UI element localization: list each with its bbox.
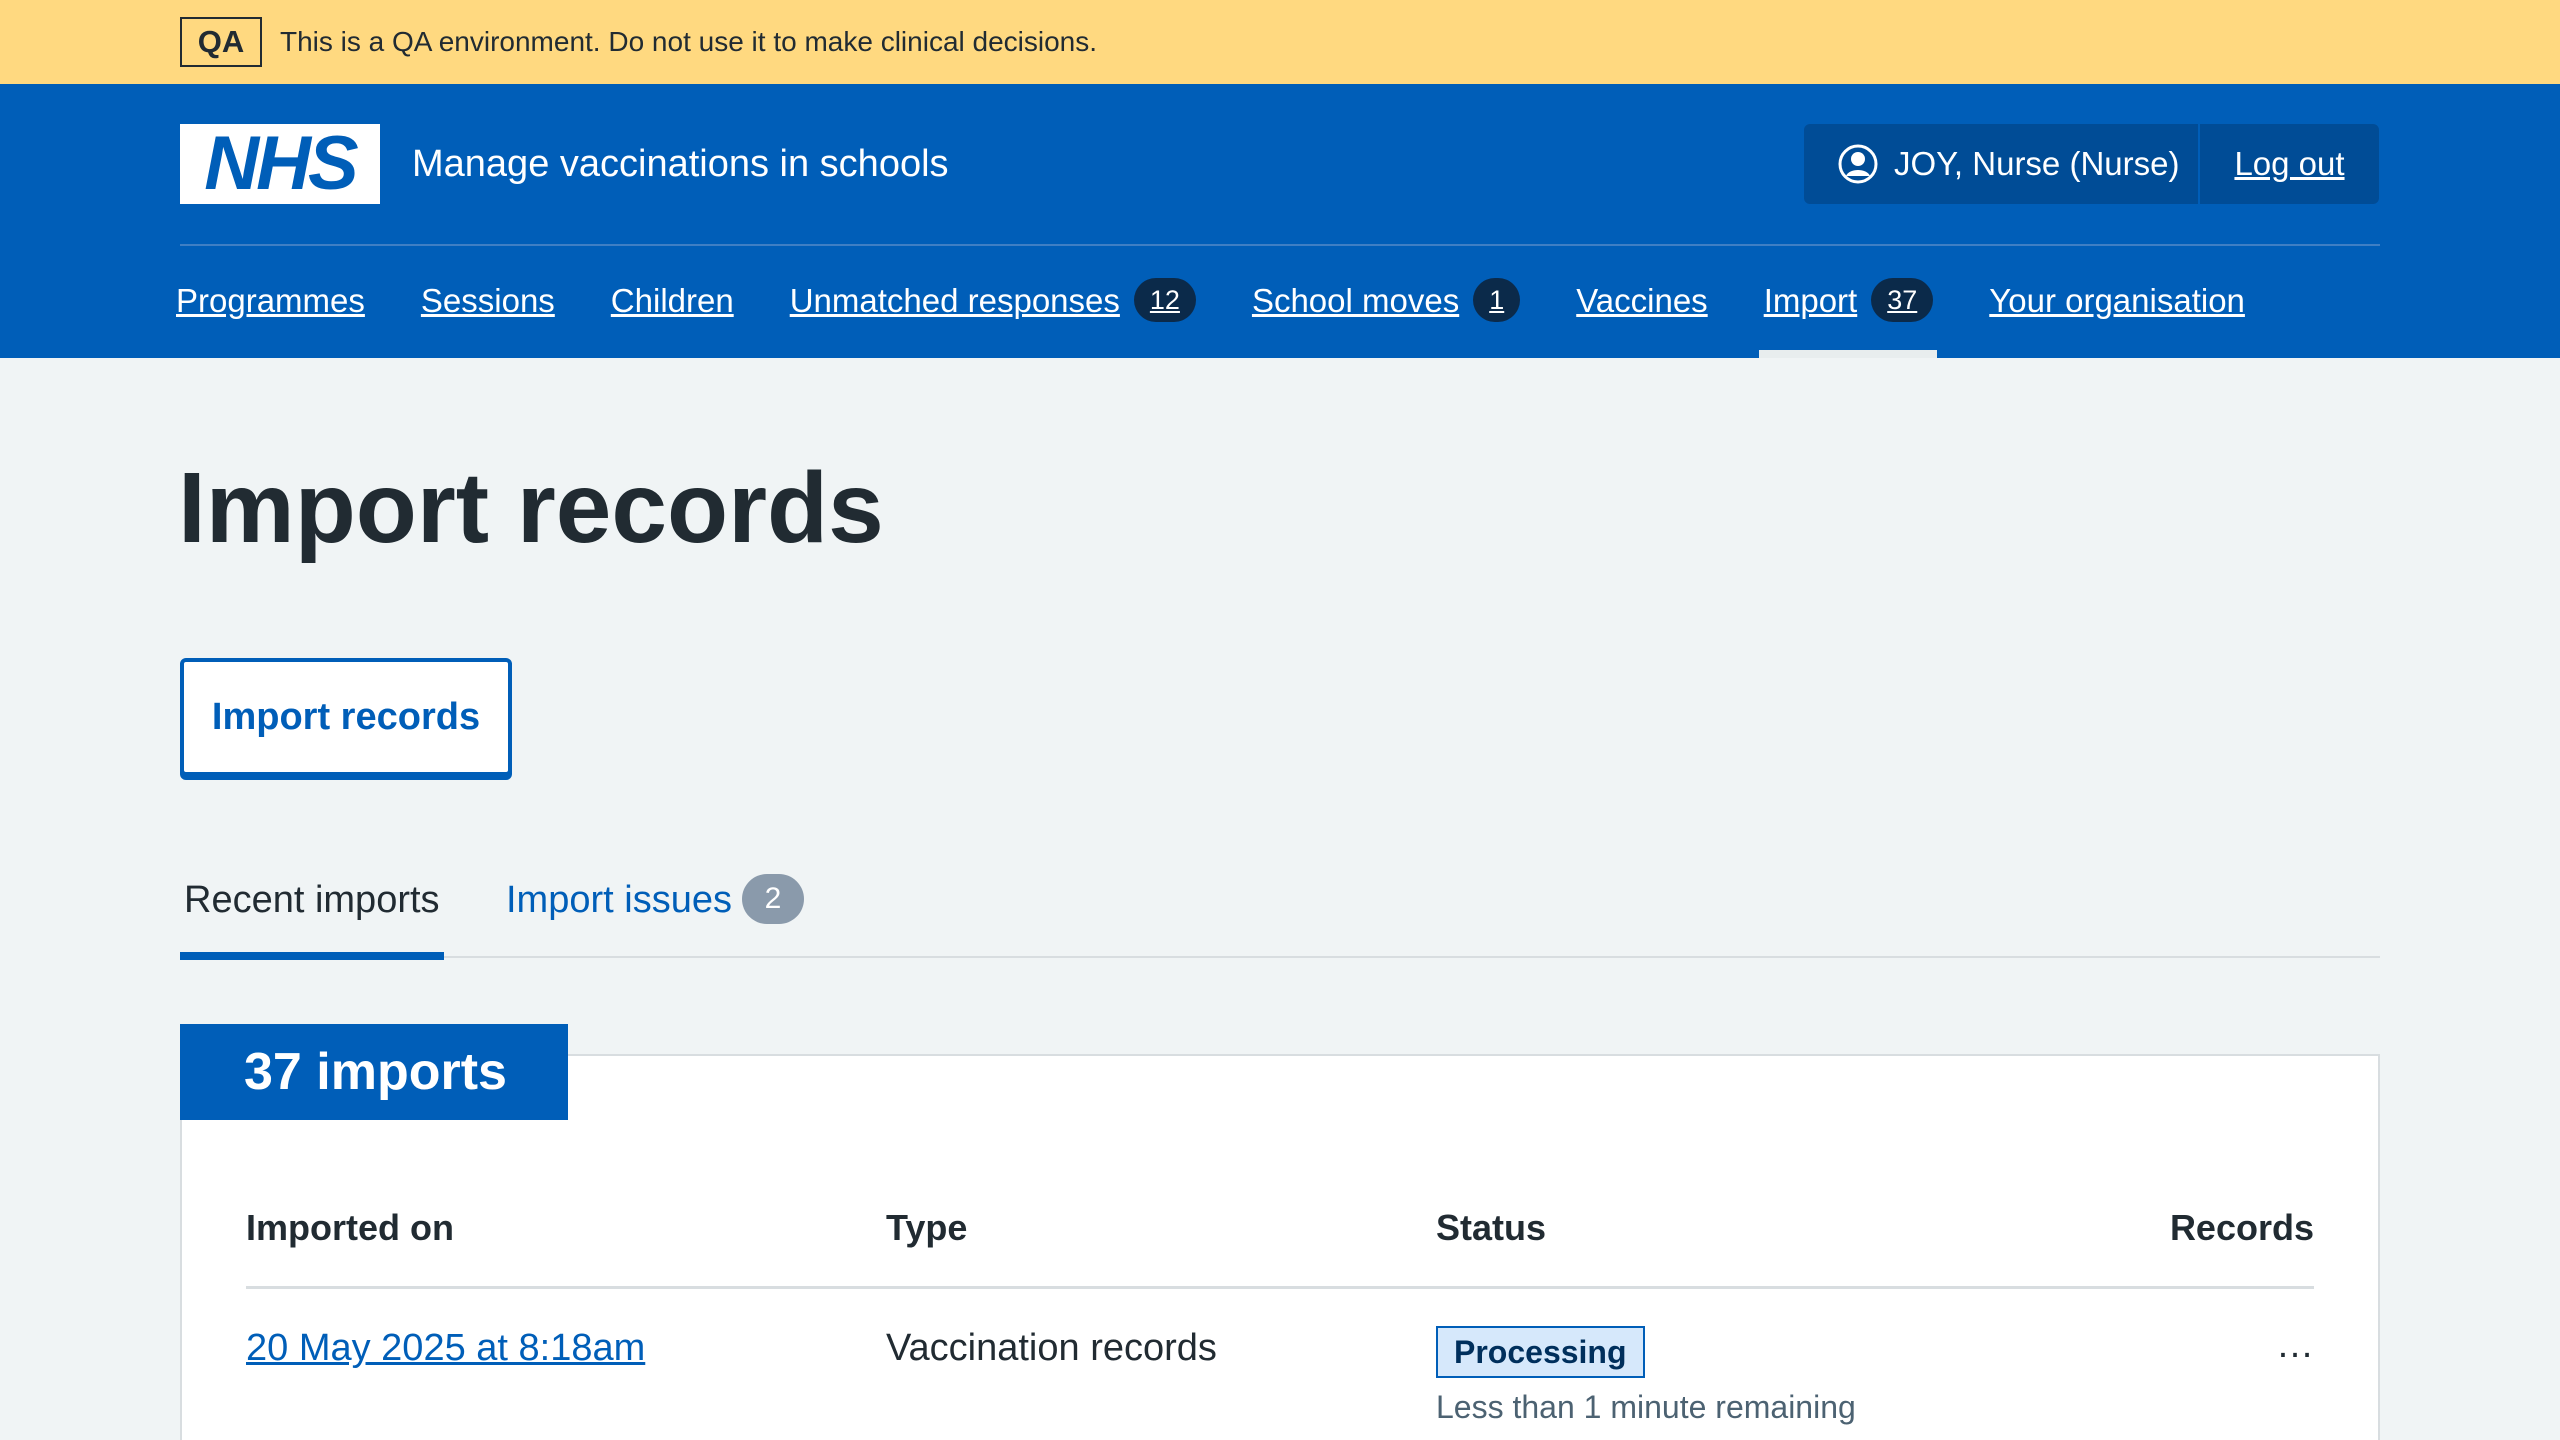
tab-import-issues-label: Import issues xyxy=(506,879,732,921)
primary-navigation: Programmes Sessions Children Unmatched r… xyxy=(176,272,2245,358)
nav-import[interactable]: Import 37 xyxy=(1758,272,1937,358)
header-divider xyxy=(180,244,2380,246)
site-header: NHS Manage vaccinations in schools JOY, … xyxy=(0,84,2560,358)
imports-card-heading: 37 imports xyxy=(180,1024,568,1120)
records-ellipsis: … xyxy=(2276,1324,2314,1366)
tab-recent-imports[interactable]: Recent imports xyxy=(180,868,444,960)
service-name-link[interactable]: Manage vaccinations in schools xyxy=(412,140,949,188)
import-records-button[interactable]: Import records xyxy=(180,658,512,776)
nav-your-organisation[interactable]: Your organisation xyxy=(1989,272,2245,358)
nav-programmes[interactable]: Programmes xyxy=(176,272,365,358)
table-header-divider xyxy=(246,1286,2314,1289)
import-tabs: Recent imports Import issues 2 xyxy=(180,868,2380,960)
account-user: JOY, Nurse (Nurse) xyxy=(1804,124,2198,204)
qa-environment-banner: QA This is a QA environment. Do not use … xyxy=(0,0,2560,84)
nhs-logo-text: NHS xyxy=(204,121,358,206)
column-header-imported-on: Imported on xyxy=(246,1207,454,1248)
import-date-link[interactable]: 20 May 2025 at 8:18am xyxy=(246,1323,645,1373)
nav-unmatched-responses[interactable]: Unmatched responses 12 xyxy=(790,272,1196,358)
nav-count-badge: 12 xyxy=(1133,278,1196,322)
page-title: Import records xyxy=(178,452,884,564)
account-menu: JOY, Nurse (Nurse) Log out xyxy=(1804,124,2379,204)
qa-tag: QA xyxy=(180,17,262,67)
nav-children[interactable]: Children xyxy=(611,272,734,358)
qa-banner-text: This is a QA environment. Do not use it … xyxy=(280,26,1098,57)
nav-count-badge: 1 xyxy=(1473,278,1521,322)
status-time-remaining: Less than 1 minute remaining xyxy=(1436,1389,1856,1425)
nav-school-moves[interactable]: School moves 1 xyxy=(1252,272,1521,358)
logout-link[interactable]: Log out xyxy=(2200,145,2379,183)
column-header-records: Records xyxy=(2169,1207,2314,1248)
nav-vaccines[interactable]: Vaccines xyxy=(1576,272,1707,358)
tab-import-issues[interactable]: Import issues 2 xyxy=(506,868,804,958)
user-icon xyxy=(1838,144,1878,184)
status-badge: Processing xyxy=(1436,1326,1645,1378)
nav-sessions[interactable]: Sessions xyxy=(421,272,555,358)
nhs-logo[interactable]: NHS xyxy=(180,124,380,204)
import-type: Vaccination records xyxy=(886,1327,1217,1369)
column-header-status: Status xyxy=(1436,1207,1547,1248)
column-header-type: Type xyxy=(886,1207,968,1248)
account-user-name: JOY, Nurse (Nurse) xyxy=(1894,145,2180,182)
import-issues-count-badge: 2 xyxy=(741,874,804,924)
nav-count-badge: 37 xyxy=(1871,278,1934,322)
